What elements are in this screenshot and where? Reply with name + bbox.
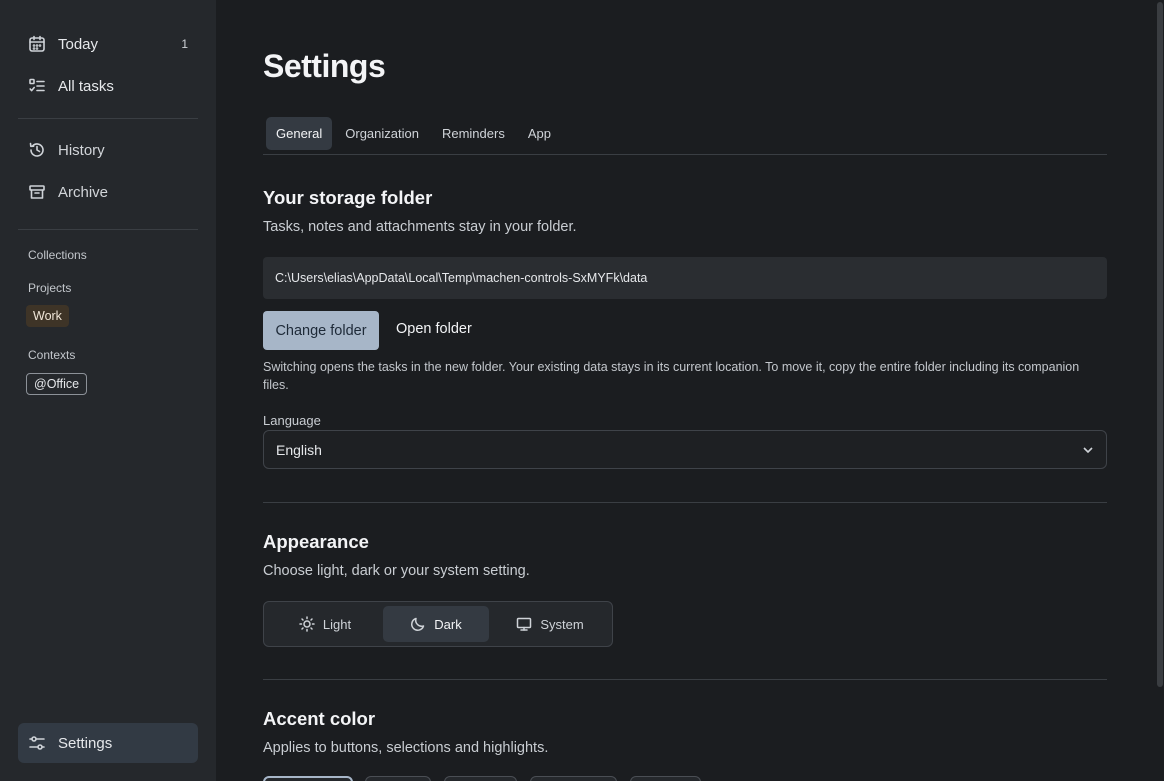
scrollbar[interactable] [1156, 0, 1164, 781]
sidebar-item-history[interactable]: History [18, 131, 198, 169]
sidebar-item-label: All tasks [58, 77, 114, 95]
sidebar-item-label: Archive [58, 183, 109, 201]
storage-heading: Your storage folder [263, 187, 433, 208]
storage-description: Tasks, notes and attachments stay in you… [263, 219, 577, 235]
sidebar: Today 1 All tasks History Archive Collec… [0, 0, 216, 781]
change-folder-button[interactable]: Change folder [263, 311, 379, 350]
storage-note: Switching opens the tasks in the new fol… [263, 360, 1080, 392]
monitor-icon [516, 616, 532, 632]
tab-app[interactable]: App [518, 117, 561, 150]
section-divider [263, 502, 1107, 503]
accent-swatch[interactable] [365, 776, 431, 781]
tabs-divider [263, 154, 1107, 155]
theme-option-label: Dark [434, 616, 462, 632]
language-value: English [276, 441, 322, 458]
settings-tabs: General Organization Reminders App [266, 116, 564, 150]
sidebar-item-archive[interactable]: Archive [18, 173, 198, 211]
projects-label: Projects [28, 281, 72, 295]
sun-icon [299, 616, 315, 632]
storage-path-field: C:\Users\elias\AppData\Local\Temp\machen… [263, 257, 1107, 299]
sidebar-item-label: Settings [58, 734, 113, 752]
theme-light-button[interactable]: Light [268, 606, 382, 642]
open-folder-button[interactable]: Open folder [396, 321, 472, 337]
sidebar-item-label: Today [58, 35, 99, 53]
sidebar-divider [18, 118, 198, 119]
accent-swatch[interactable] [630, 776, 701, 781]
collections-label: Collections [28, 248, 87, 262]
accent-swatch[interactable] [530, 776, 617, 781]
settings-main: Settings General Organization Reminders … [263, 0, 1107, 781]
sliders-icon [28, 734, 46, 752]
sidebar-item-all-tasks[interactable]: All tasks [18, 67, 198, 105]
tab-reminders[interactable]: Reminders [432, 117, 515, 150]
sidebar-item-settings[interactable]: Settings [18, 723, 198, 763]
calendar-icon [28, 35, 46, 53]
contexts-label: Contexts [28, 348, 76, 362]
theme-system-button[interactable]: System [490, 606, 610, 642]
history-icon [28, 141, 46, 159]
moon-icon [410, 616, 426, 632]
today-count-badge: 1 [181, 37, 188, 51]
checklist-icon [28, 77, 46, 95]
language-select[interactable]: English [263, 430, 1107, 469]
accent-heading: Accent color [263, 708, 376, 729]
tab-general[interactable]: General [266, 116, 333, 150]
tab-organization[interactable]: Organization [335, 117, 429, 150]
chevron-down-icon [1080, 442, 1096, 458]
appearance-heading: Appearance [263, 531, 369, 552]
sidebar-item-today[interactable]: Today 1 [18, 25, 198, 63]
sidebar-divider [18, 229, 198, 230]
theme-option-label: Light [322, 616, 352, 632]
context-tag-office[interactable]: @Office [26, 373, 88, 395]
page-title: Settings [263, 48, 386, 84]
project-tag-work[interactable]: Work [26, 305, 69, 327]
theme-option-label: System [540, 616, 584, 632]
sidebar-item-label: History [58, 141, 105, 159]
accent-description: Applies to buttons, selections and highl… [263, 740, 549, 756]
archive-icon [28, 183, 46, 201]
appearance-description: Choose light, dark or your system settin… [263, 563, 530, 579]
theme-segmented-control: Light Dark System [263, 601, 613, 647]
scrollbar-thumb[interactable] [1157, 2, 1163, 687]
theme-dark-button[interactable]: Dark [383, 606, 489, 642]
language-label: Language [263, 413, 321, 428]
accent-swatch[interactable] [263, 776, 353, 781]
section-divider [263, 679, 1107, 680]
accent-swatch[interactable] [444, 776, 517, 781]
